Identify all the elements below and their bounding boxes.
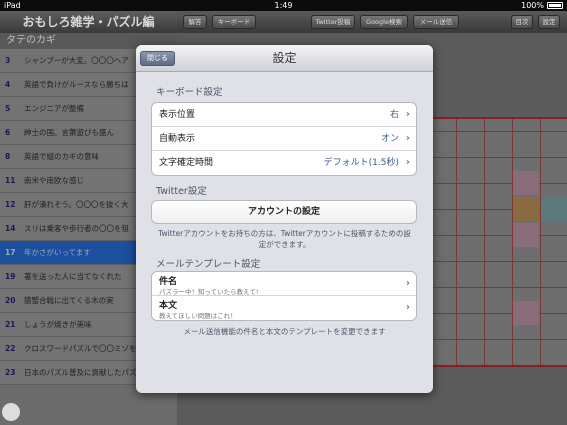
mail-note: メール送信機能の件名と本文のテンプレートを変更できます [183,327,386,336]
grid-cell[interactable] [513,301,539,325]
battery-indicator: 100% [521,0,563,11]
twitter-post-button[interactable]: Twitter投稿 [311,15,355,29]
clue-text: 年かさがいってます [24,248,91,257]
row-subtitle: パズラー中！知っていたら教えて! [159,288,259,296]
grid-cell[interactable] [513,171,539,195]
clue-number: 8 [5,152,11,161]
keyboard-button[interactable]: キーボード [212,15,256,29]
settings-button[interactable]: 設定 [538,15,560,29]
row-value: オン [380,134,399,144]
clue-number: 5 [5,104,11,113]
clue-number: 14 [5,224,16,233]
confirm-time-row[interactable]: 文字確定時間 デフォルト(1.5秒) › [152,151,416,175]
mail-template-header: メールテンプレート設定 [156,259,261,270]
clue-number: 17 [5,248,16,257]
clue-text: 著を送った人に当てなくれた [24,272,122,281]
settings-dialog: 設定 閉じる キーボード設定 表示位置 右 › 自動表示 オン › 文字確定時間… [136,45,433,393]
row-value: デフォルト(1.5秒) [323,158,399,168]
row-label: 表示位置 [159,110,196,120]
auto-display-row[interactable]: 自動表示 オン › [152,127,416,151]
clue-text: 英語で負けがルースなら勝ちは [24,80,129,89]
clue-text: 英語で縦のカギの意味 [24,152,99,161]
dialog-title: 設定 [272,51,297,65]
clue-number: 20 [5,296,16,305]
row-label: 文字確定時間 [159,158,214,168]
clock: 1:49 [274,1,293,10]
chevron-right-icon: › [405,278,410,289]
mail-subject-row[interactable]: 件名 パズラー中！知っていたら教えて! › [152,272,416,296]
send-mail-button[interactable]: メール送信 [413,15,459,29]
mail-body-row[interactable]: 本文 教えてほしい問題はこれ！ › [152,296,416,320]
row-label: 自動表示 [159,134,196,144]
row-value: 右 [389,110,399,120]
grid-cell[interactable] [513,197,539,221]
clue-text: エンジニアが整備 [24,104,84,113]
clue-text: しょうが焼きが美味 [24,320,92,329]
clue-number: 4 [5,80,11,89]
chevron-right-icon: › [405,302,410,313]
chevron-right-icon: › [405,133,410,144]
dialog-header: 設定 閉じる [136,45,433,72]
google-search-button[interactable]: Google検索 [360,15,408,29]
twitter-note: Twitterアカウントをお持ちの方は、Twitterアカウントに投稿するための… [158,229,411,249]
clue-number: 11 [5,176,16,185]
close-button[interactable]: 閉じる [140,51,175,66]
logo-icon [2,403,20,421]
clue-text: 猿蟹合戦に出てくる木の実 [24,296,114,305]
toolbar: 解答 キーボード Twitter投稿 Google検索 メール送信 目次 設定 [177,11,567,33]
clue-number: 3 [5,56,11,65]
clue-text: シャンプーが大変。〇〇〇ヘア [24,56,129,65]
clue-number: 23 [5,368,16,377]
clue-number: 19 [5,272,16,281]
clue-text: 南米や南欧な感じ [24,176,84,185]
keyboard-settings-group: 表示位置 右 › 自動表示 オン › 文字確定時間 デフォルト(1.5秒) › [151,102,417,176]
contents-button[interactable]: 目次 [511,15,533,29]
clue-number: 21 [5,320,16,329]
battery-percent: 100% [521,1,544,10]
clue-text: スリは乗客や歩行者の〇〇を狙 [24,224,129,233]
display-position-row[interactable]: 表示位置 右 › [152,103,416,127]
grid-cell[interactable] [541,197,567,221]
twitter-settings-header: Twitter設定 [156,186,207,197]
battery-icon [547,2,563,9]
clue-text: 肝が潰れそう。〇〇〇を抜く大 [24,200,129,209]
account-settings-button[interactable]: アカウントの設定 [151,200,417,224]
clue-number: 22 [5,344,16,353]
clue-text: 日本のパズル普及に貢献したパズル誌 [24,368,152,377]
clue-number: 6 [5,128,11,137]
chevron-right-icon: › [405,157,410,168]
clue-number: 12 [5,200,16,209]
crossword-grid[interactable] [427,117,567,367]
mail-template-group: 件名 パズラー中！知っていたら教えて! › 本文 教えてほしい問題はこれ！ › [151,271,417,321]
row-subtitle: 教えてほしい問題はこれ！ [159,312,237,320]
answer-button[interactable]: 解答 [183,15,207,29]
grid-cell[interactable] [513,223,539,247]
chevron-right-icon: › [405,109,410,120]
keyboard-settings-header: キーボード設定 [156,87,223,98]
puzzle-title: おもしろ雑学・パズル編 [0,11,177,33]
status-bar: iPad 1:49 100% [0,0,567,11]
clue-text: 紳士の国。言葉遊びも盛ん [24,128,114,137]
